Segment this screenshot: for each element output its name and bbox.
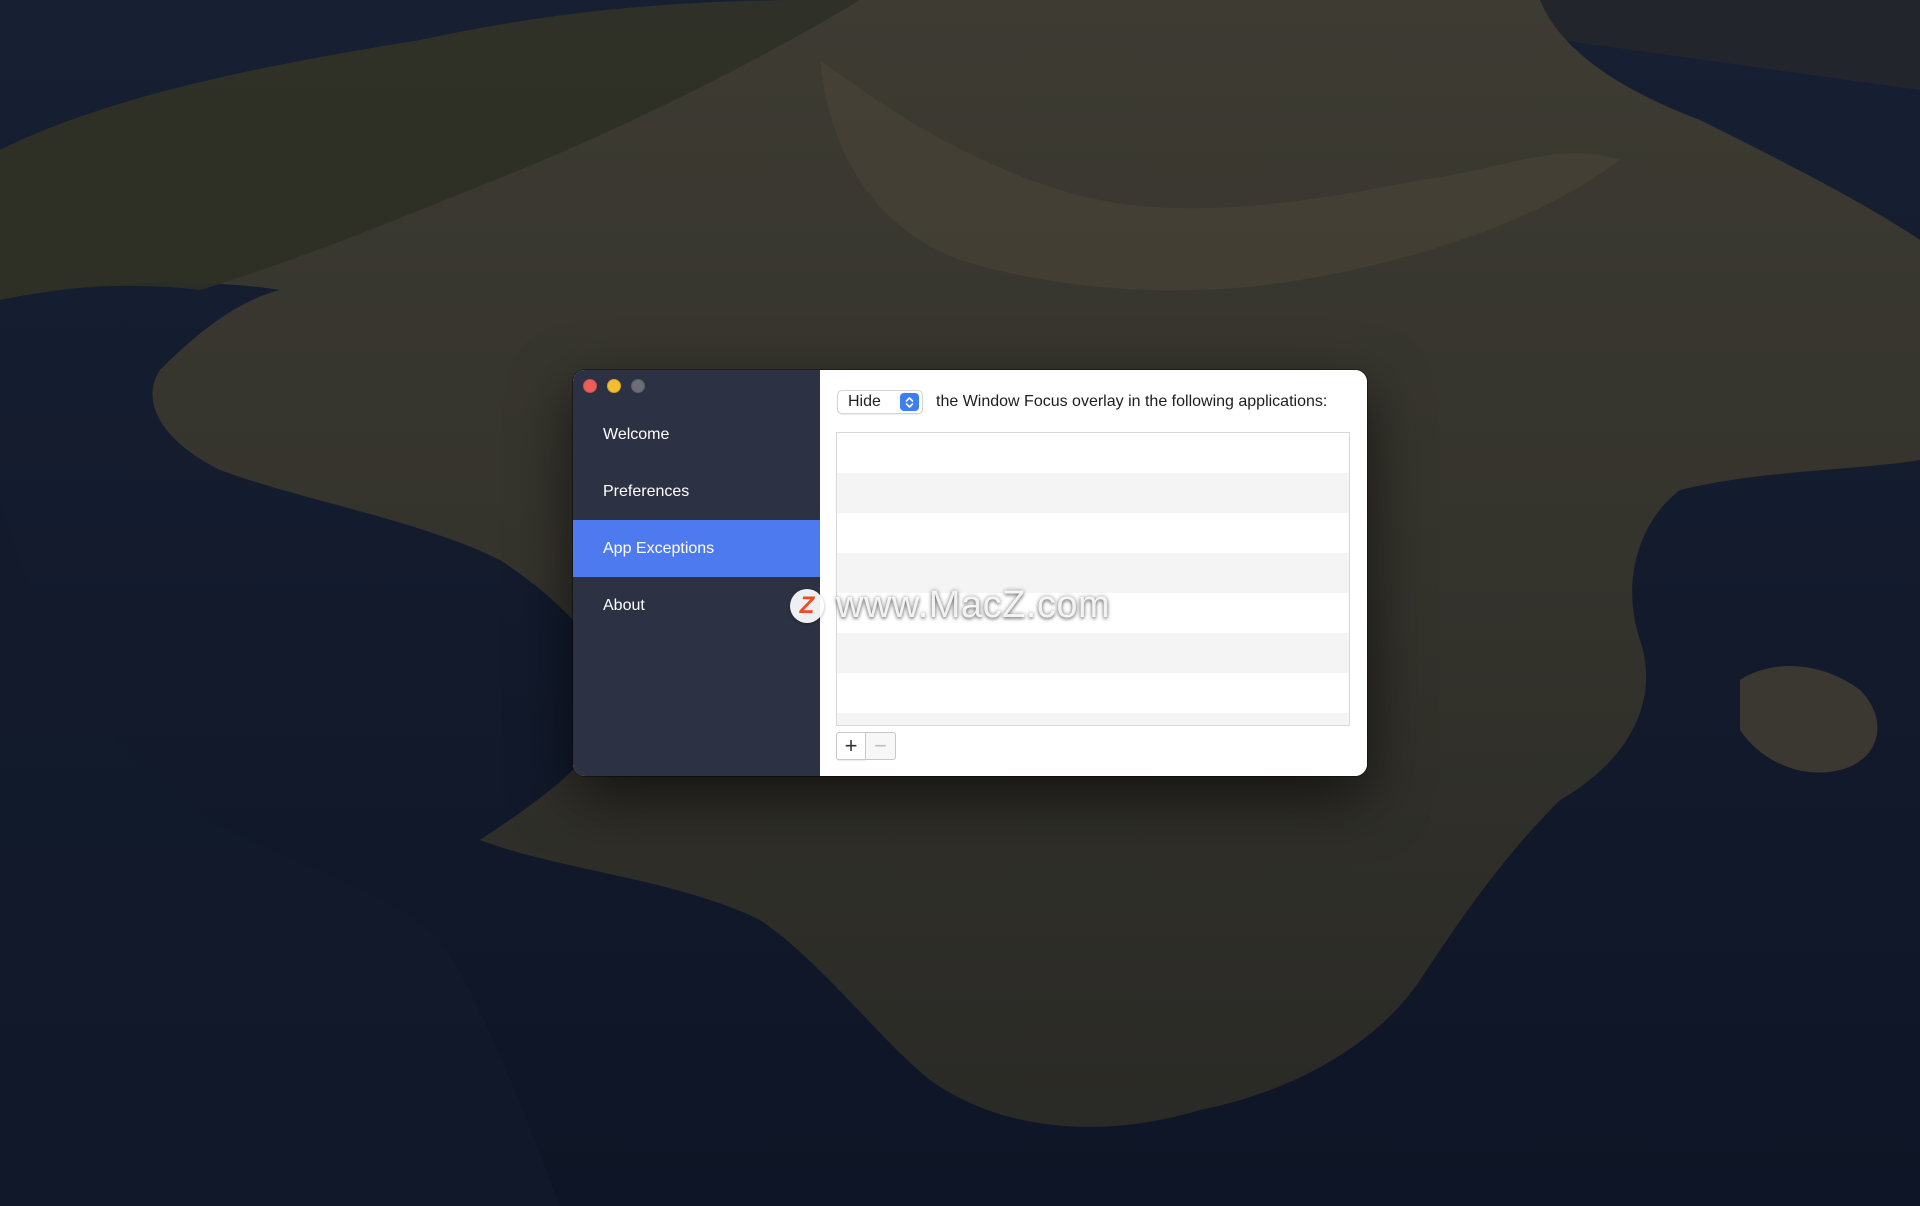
sidebar-item-about[interactable]: About bbox=[573, 577, 820, 634]
list-row bbox=[837, 473, 1349, 513]
sidebar-item-label: About bbox=[603, 596, 645, 614]
sidebar: Welcome Preferences App Exceptions About bbox=[573, 370, 820, 776]
minimize-window-button[interactable] bbox=[607, 379, 621, 393]
sidebar-item-preferences[interactable]: Preferences bbox=[573, 463, 820, 520]
list-row bbox=[837, 433, 1349, 473]
zoom-window-button[interactable] bbox=[631, 379, 645, 393]
exception-mode-row: Hide the Window Focus overlay in the fol… bbox=[837, 390, 1327, 414]
sidebar-item-app-exceptions[interactable]: App Exceptions bbox=[573, 520, 820, 577]
exception-description: the Window Focus overlay in the followin… bbox=[936, 393, 1328, 410]
sidebar-item-label: Welcome bbox=[603, 425, 670, 443]
list-row bbox=[837, 513, 1349, 553]
remove-app-button[interactable]: − bbox=[866, 732, 896, 760]
sidebar-item-label: Preferences bbox=[603, 482, 690, 500]
list-edit-buttons: + − bbox=[836, 732, 896, 760]
list-row bbox=[837, 673, 1349, 713]
sidebar-item-label: App Exceptions bbox=[603, 539, 715, 557]
sidebar-item-welcome[interactable]: Welcome bbox=[573, 406, 820, 463]
list-row bbox=[837, 713, 1349, 725]
mode-popup-button[interactable]: Hide bbox=[837, 390, 923, 414]
app-window: Welcome Preferences App Exceptions About… bbox=[573, 370, 1367, 776]
mode-popup-value: Hide bbox=[848, 393, 881, 410]
up-down-chevron-icon bbox=[900, 393, 919, 411]
list-row bbox=[837, 633, 1349, 673]
add-app-button[interactable]: + bbox=[836, 732, 866, 760]
close-window-button[interactable] bbox=[583, 379, 597, 393]
sidebar-nav: Welcome Preferences App Exceptions About bbox=[573, 406, 820, 634]
list-row bbox=[837, 593, 1349, 633]
app-exceptions-list[interactable] bbox=[836, 432, 1350, 726]
list-row bbox=[837, 553, 1349, 593]
window-controls bbox=[583, 379, 645, 393]
main-content: Hide the Window Focus overlay in the fol… bbox=[820, 370, 1367, 776]
desktop-background: Welcome Preferences App Exceptions About… bbox=[0, 0, 1920, 1206]
